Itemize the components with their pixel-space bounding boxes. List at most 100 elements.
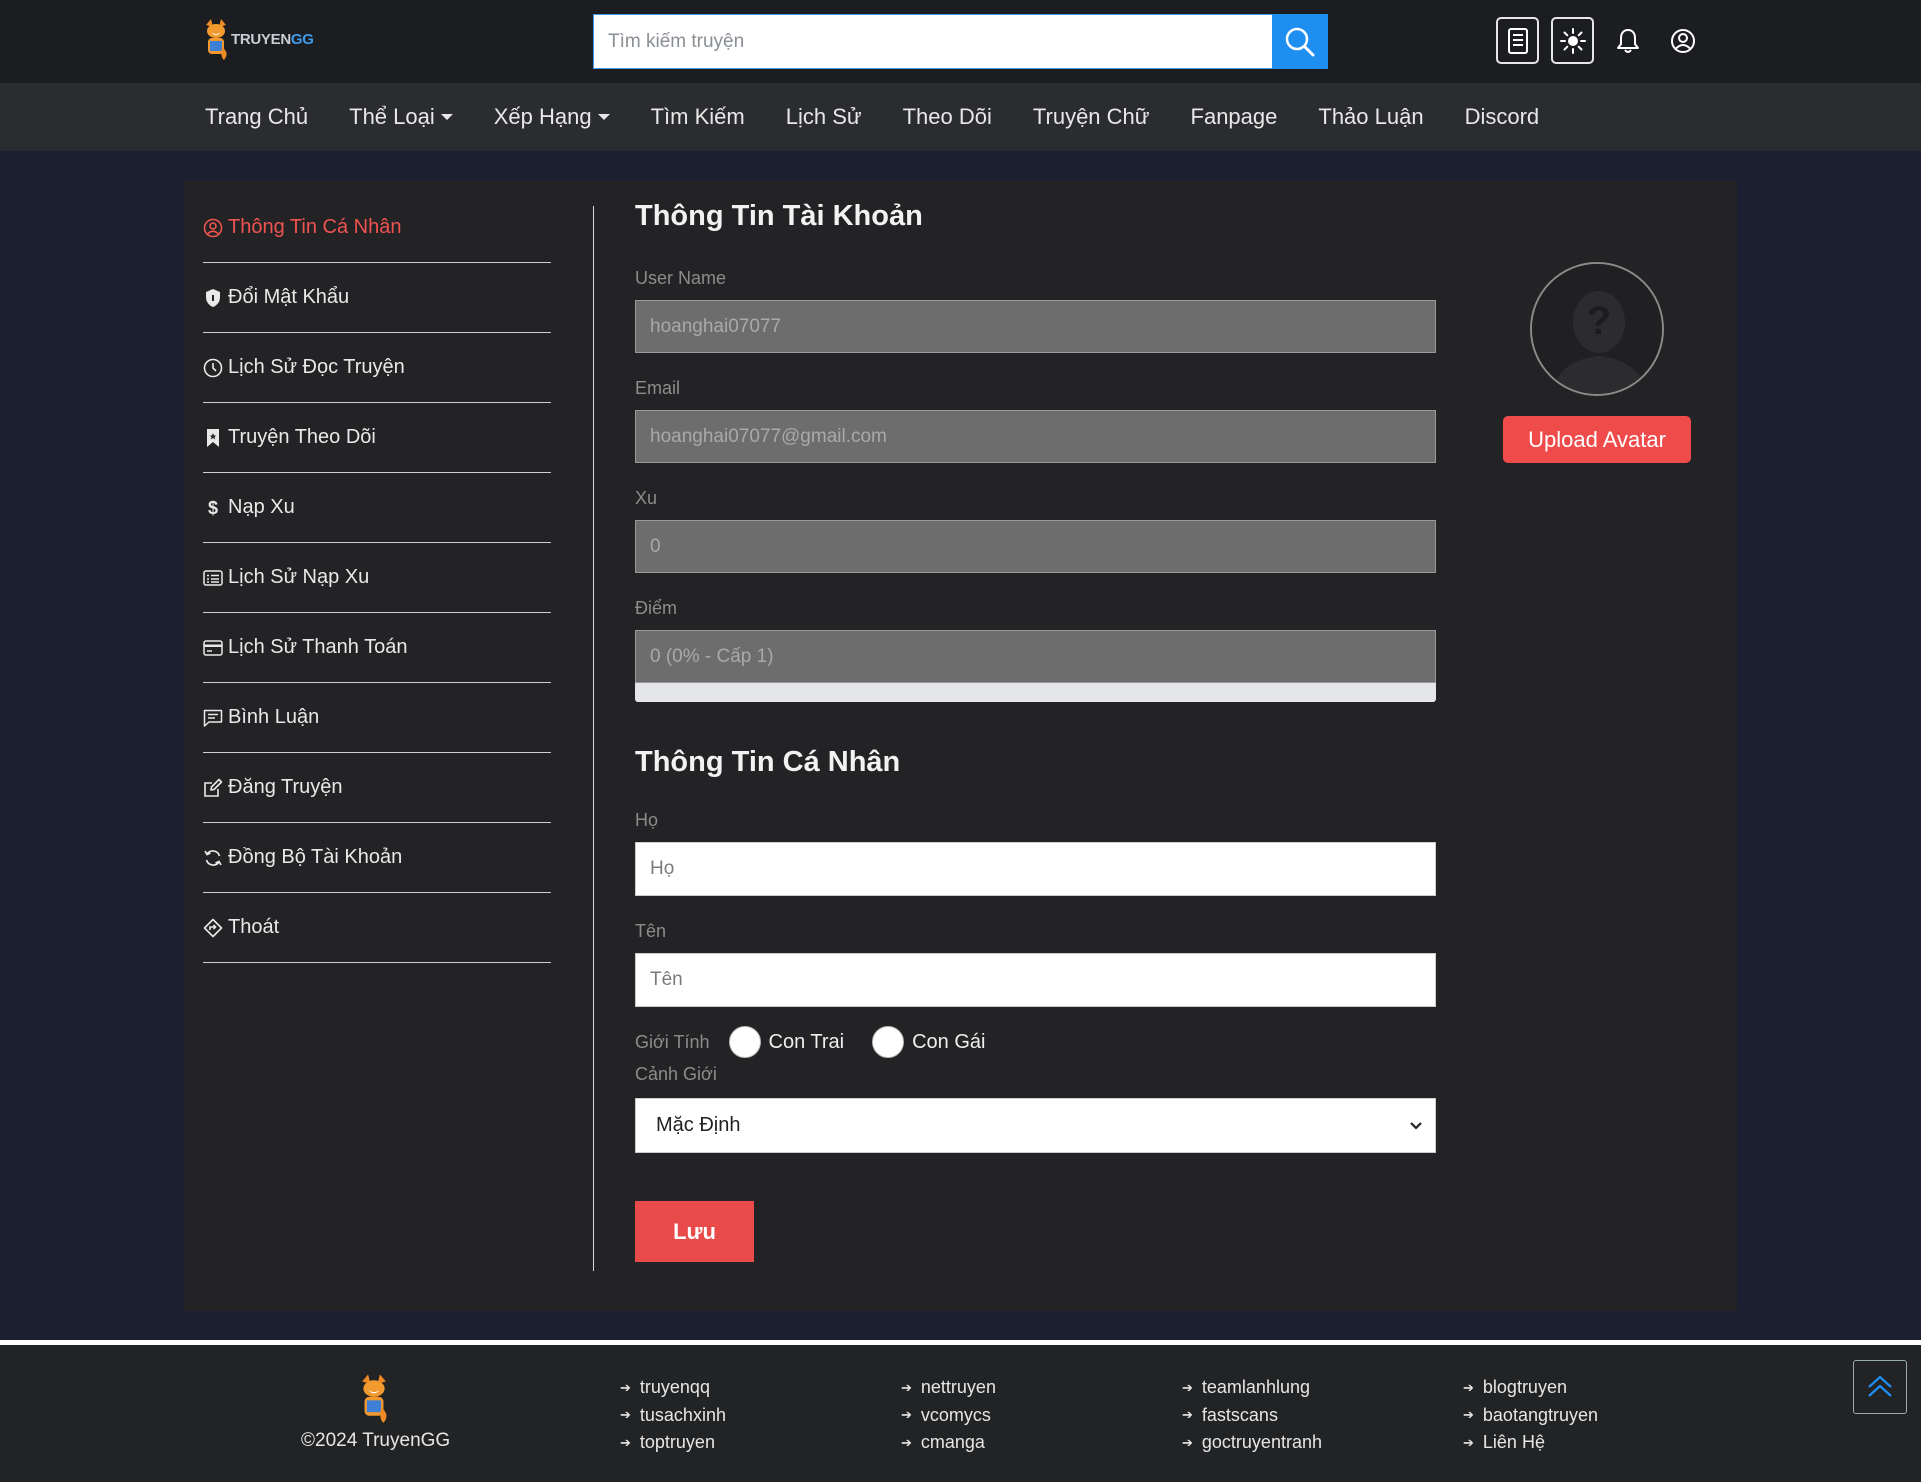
nav-item-0[interactable]: Trang Chủ: [205, 104, 308, 130]
list-icon: [1507, 27, 1528, 54]
history-list-button[interactable]: [1496, 17, 1539, 64]
username-label: User Name: [635, 268, 727, 288]
xu-field: 0: [635, 520, 1436, 573]
footer-link[interactable]: ➔ baotangtruyen: [1463, 1402, 1598, 1430]
site-logo[interactable]: TRUYENGG: [203, 16, 314, 62]
sidebar-item-label: Lịch Sử Nạp Xu: [228, 566, 370, 588]
avatar-placeholder-icon: ?: [1532, 264, 1662, 394]
nav-list: Trang Chủ Thể Loại Xếp Hạng Tìm Kiếm Lịch Sử…: [205, 83, 1580, 151]
diem-label: Điểm: [635, 598, 678, 618]
sun-icon: [1559, 27, 1586, 54]
sidebar-item-label: Đổi Mật Khẩu: [228, 286, 350, 308]
footer-link[interactable]: ➔ toptruyen: [620, 1429, 726, 1457]
nav-item-8[interactable]: Thảo Luận: [1318, 104, 1423, 130]
nav-item-label: Trang Chủ: [205, 104, 309, 129]
footer-link[interactable]: ➔ truyenqq: [620, 1374, 726, 1402]
gender-female-label[interactable]: Con Gái: [912, 1031, 985, 1054]
bell-icon: [1616, 28, 1639, 53]
gender-female-radio[interactable]: [872, 1026, 905, 1058]
gender-male-radio[interactable]: [728, 1026, 761, 1058]
footer-link[interactable]: ➔ nettruyen: [901, 1374, 996, 1402]
footer-link-label: goctruyentranh: [1201, 1432, 1322, 1453]
arrow-right-icon: ➔: [901, 1434, 912, 1450]
upload-avatar-button[interactable]: Upload Avatar: [1503, 416, 1691, 463]
back-to-top-button[interactable]: [1853, 1360, 1907, 1414]
nav-item-7[interactable]: Fanpage: [1191, 104, 1278, 130]
footer-link-label: cmanga: [920, 1432, 985, 1453]
footer-link-label: nettruyen: [920, 1377, 996, 1398]
footer-column-2: ➔ teamlanhlung ➔ fastscans ➔ goctruyentranh: [1182, 1374, 1322, 1457]
xu-label: Xu: [635, 488, 658, 508]
list-card-icon: [203, 568, 223, 588]
sidebar-item-9[interactable]: Đồng Bộ Tài Khoản: [203, 823, 551, 893]
footer-link[interactable]: ➔ cmanga: [901, 1429, 996, 1457]
footer-link[interactable]: ➔ tusachxinh: [620, 1402, 726, 1430]
footer-link[interactable]: ➔ goctruyentranh: [1182, 1429, 1322, 1457]
chevron-down-icon: [1410, 1121, 1422, 1130]
footer-link-label: tusachxinh: [639, 1404, 726, 1425]
account-info-title: Thông Tin Tài Khoản: [635, 200, 923, 232]
svg-text:$: $: [208, 498, 218, 518]
footer-link[interactable]: ➔ teamlanhlung: [1182, 1374, 1322, 1402]
level-progress-bar: [635, 683, 1436, 702]
sync-icon: [203, 848, 223, 868]
header-actions: [1496, 17, 1704, 64]
sidebar-item-10[interactable]: Thoát: [203, 893, 551, 963]
sidebar-item-6[interactable]: Lịch Sử Thanh Toán: [203, 613, 551, 683]
comment-icon: [203, 708, 223, 728]
arrow-right-icon: ➔: [620, 1379, 631, 1395]
nav-item-4[interactable]: Lịch Sử: [786, 104, 862, 130]
ho-label: Họ: [635, 810, 659, 830]
sidebar-item-5[interactable]: Lịch Sử Nạp Xu: [203, 543, 551, 613]
sidebar-item-label: Lịch Sử Thanh Toán: [228, 636, 408, 658]
nav-item-9[interactable]: Discord: [1465, 104, 1540, 130]
save-button[interactable]: Lưu: [635, 1201, 754, 1262]
ten-input[interactable]: [635, 953, 1436, 1007]
sidebar-item-1[interactable]: Đổi Mật Khẩu: [203, 263, 551, 333]
search-button[interactable]: [1272, 14, 1328, 69]
top-bar: TRUYENGG: [0, 0, 1921, 83]
footer-link[interactable]: ➔ vcomycs: [901, 1402, 996, 1430]
footer-link[interactable]: ➔ fastscans: [1182, 1402, 1322, 1430]
search-input[interactable]: [593, 14, 1272, 69]
sidebar-item-3[interactable]: Truyện Theo Dõi: [203, 403, 551, 473]
clock-icon: [203, 358, 223, 378]
email-field: hoanghai07077@gmail.com: [635, 410, 1436, 463]
edit-icon: [203, 778, 223, 798]
sidebar-item-4[interactable]: $ Nạp Xu: [203, 473, 551, 543]
footer-link-label: toptruyen: [639, 1432, 715, 1453]
arrow-right-icon: ➔: [1182, 1434, 1193, 1450]
email-label: Email: [635, 378, 681, 398]
avatar: ?: [1530, 262, 1664, 396]
arrow-right-icon: ➔: [1182, 1407, 1193, 1423]
footer-link-label: blogtruyen: [1482, 1377, 1567, 1398]
footer-link-label: Liên Hệ: [1482, 1432, 1545, 1453]
notifications-button[interactable]: [1606, 17, 1649, 64]
canh-gioi-label: Cảnh Giới: [635, 1064, 717, 1084]
footer-logo[interactable]: [355, 1372, 393, 1429]
sidebar-item-8[interactable]: Đăng Truyện: [203, 753, 551, 823]
footer-link-label: teamlanhlung: [1201, 1377, 1310, 1398]
nav-item-1[interactable]: Thể Loại: [349, 104, 453, 130]
footer-column-1: ➔ nettruyen ➔ vcomycs ➔ cmanga: [901, 1374, 996, 1457]
gender-male-label[interactable]: Con Trai: [769, 1031, 845, 1054]
theme-toggle-button[interactable]: [1551, 17, 1594, 64]
canh-gioi-select[interactable]: Mặc Định: [635, 1098, 1436, 1153]
sidebar-item-7[interactable]: Bình Luận: [203, 683, 551, 753]
nav-item-6[interactable]: Truyện Chữ: [1033, 104, 1150, 130]
search-bar: [593, 14, 1328, 69]
nav-item-label: Thể Loại: [349, 104, 435, 129]
sidebar-item-2[interactable]: Lịch Sử Đọc Truyện: [203, 333, 551, 403]
arrow-right-icon: ➔: [1463, 1407, 1474, 1423]
footer-link[interactable]: ➔ blogtruyen: [1463, 1374, 1598, 1402]
account-button[interactable]: [1661, 17, 1704, 64]
nav-item-3[interactable]: Tìm Kiếm: [651, 104, 745, 130]
ho-input[interactable]: [635, 842, 1436, 896]
footer-column-0: ➔ truyenqq ➔ tusachxinh ➔ toptruyen: [620, 1374, 726, 1457]
nav-item-label: Xếp Hạng: [493, 104, 592, 129]
nav-item-2[interactable]: Xếp Hạng: [494, 104, 610, 130]
footer-link[interactable]: ➔ Liên Hệ: [1463, 1429, 1598, 1457]
fox-logo-icon: [362, 1374, 387, 1423]
sidebar-item-0[interactable]: Thông Tin Cá Nhân: [203, 193, 551, 263]
nav-item-5[interactable]: Theo Dõi: [903, 104, 992, 130]
